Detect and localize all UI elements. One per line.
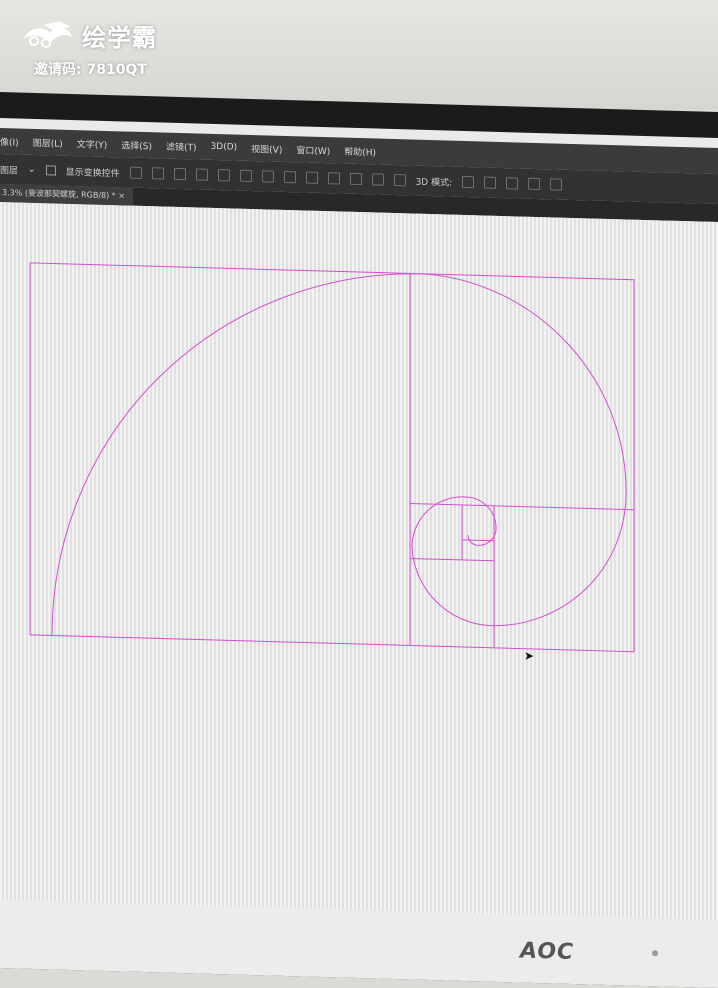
guide-line-6 <box>462 539 494 542</box>
align-left-icon[interactable] <box>129 166 142 179</box>
invite-code: 邀请码: 7810QT <box>34 62 147 78</box>
distribute-right-icon[interactable] <box>371 173 384 186</box>
3d-scale-icon[interactable] <box>550 178 563 191</box>
layer-select-dropdown[interactable]: 图层 <box>0 163 18 177</box>
golden-spiral <box>51 273 627 636</box>
distribute-center-icon[interactable] <box>349 172 362 186</box>
show-transform-label: 显示变换控件 <box>65 167 120 179</box>
align-right-icon[interactable] <box>173 167 186 181</box>
power-button[interactable] <box>652 950 658 957</box>
auto-align-icon[interactable] <box>393 173 406 187</box>
menu-select[interactable]: 选择(S) <box>121 138 152 152</box>
align-top-icon[interactable] <box>195 168 208 181</box>
guide-line-4 <box>410 557 494 562</box>
distribute-left-icon[interactable] <box>327 172 340 185</box>
guide-line-2 <box>410 502 634 511</box>
menu-layer[interactable]: 图层(L) <box>33 135 63 149</box>
3d-mode-label: 3D 模式: <box>415 177 453 189</box>
document-canvas[interactable]: ➤ <box>0 202 718 949</box>
3d-rotate-icon[interactable] <box>462 175 475 189</box>
monitor-brand-logo: AOC <box>520 938 575 966</box>
chevron-down-icon[interactable]: ⌄ <box>28 165 36 175</box>
align-bottom-icon[interactable] <box>239 169 252 183</box>
menu-image[interactable]: 像(I) <box>0 135 19 149</box>
align-middle-icon[interactable] <box>217 169 230 182</box>
move-cursor-icon: ➤ <box>524 648 535 663</box>
distribute-middle-icon[interactable] <box>283 170 296 184</box>
distribute-bottom-icon[interactable] <box>305 171 318 184</box>
menu-window[interactable]: 窗口(W) <box>296 143 330 157</box>
3d-slide-icon[interactable] <box>528 177 541 191</box>
brand-name: 绘学霸 <box>82 24 157 52</box>
menu-type[interactable]: 文字(Y) <box>77 137 108 151</box>
3d-roll-icon[interactable] <box>484 176 497 189</box>
show-transform-checkbox[interactable] <box>45 165 56 176</box>
graduation-cap-icon <box>24 20 72 48</box>
menu-3d[interactable]: 3D(D) <box>211 142 238 153</box>
distribute-top-icon[interactable] <box>261 170 274 183</box>
monitor-screen: 像(I) 图层(L) 文字(Y) 选择(S) 滤镜(T) 3D(D) 视图(V)… <box>0 118 718 949</box>
watermark: 绘学霸 邀请码: 7810QT <box>20 18 157 79</box>
menu-help[interactable]: 帮助(H) <box>344 144 376 158</box>
menu-view[interactable]: 视图(V) <box>251 142 282 156</box>
menu-filter[interactable]: 滤镜(T) <box>166 139 197 153</box>
align-center-icon[interactable] <box>151 167 164 180</box>
3d-pan-icon[interactable] <box>506 177 519 190</box>
fibonacci-spiral-drawing <box>29 262 635 653</box>
